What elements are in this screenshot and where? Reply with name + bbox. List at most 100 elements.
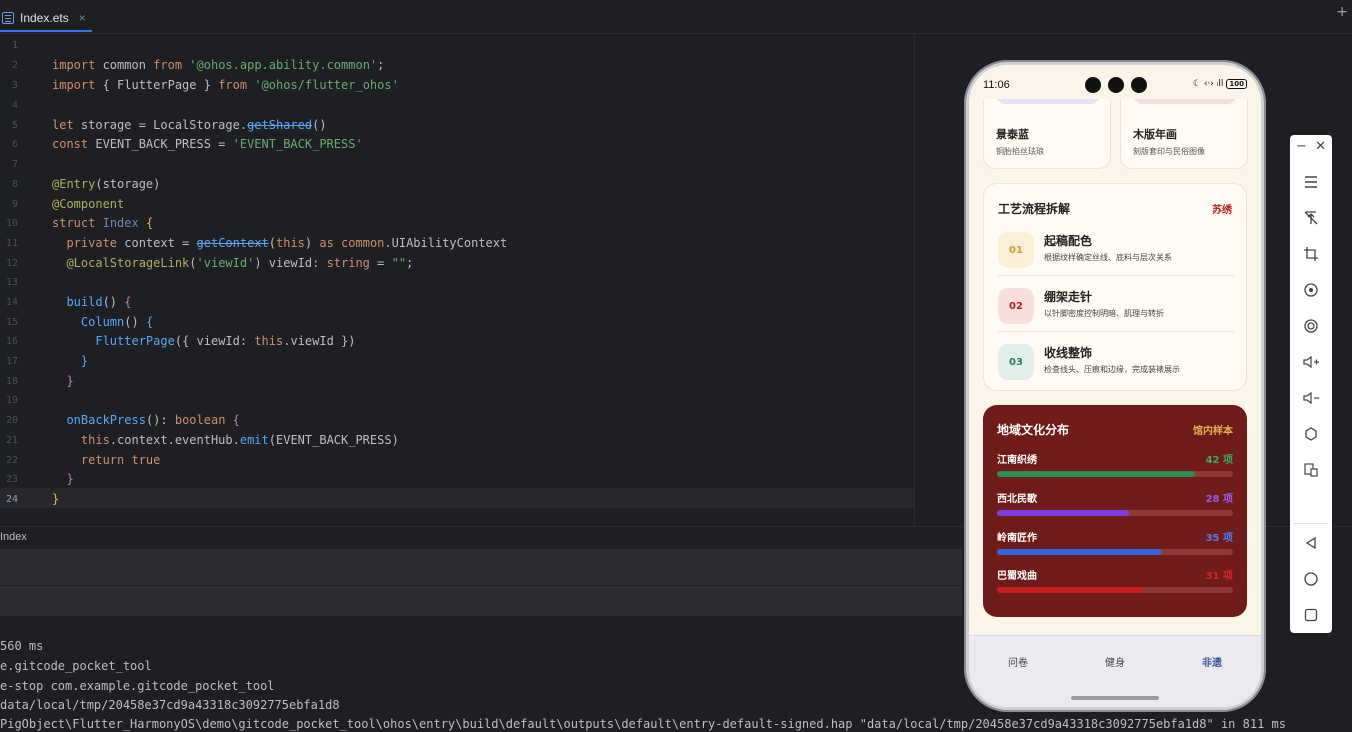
bottom-navigation: 问卷 健身 非遗	[969, 635, 1261, 707]
code-line: const EVENT_BACK_PRESS = 'EVENT_BACK_PRE…	[52, 137, 363, 151]
region-name: 江南织绣	[997, 455, 1037, 466]
line-number: 8	[11, 179, 18, 190]
minimize-button[interactable]: −	[1296, 139, 1307, 159]
line-number: 13	[5, 277, 18, 288]
back-icon[interactable]	[1290, 528, 1332, 558]
card-subtitle: 铜胎掐丝珐琅	[996, 147, 1044, 156]
menu-icon[interactable]	[1290, 167, 1332, 197]
line-number: 4	[11, 100, 18, 111]
line-number: 2	[11, 60, 18, 71]
nav-item-heritage[interactable]: 非遗	[1182, 654, 1242, 669]
code-line: }	[66, 472, 74, 486]
region-name: 岭南匠作	[997, 533, 1037, 544]
region-title: 地域文化分布	[997, 423, 1070, 437]
close-button[interactable]: ✕	[1315, 139, 1326, 159]
step-title: 绷架走针	[1044, 290, 1093, 304]
code-line: FlutterPage({ viewId: this.viewId })	[95, 334, 356, 348]
log-line: e-stop com.example.gitcode_pocket_tool	[0, 679, 275, 693]
step-title: 收线整饰	[1044, 346, 1093, 360]
region-count: 31 项	[1205, 571, 1233, 582]
line-number: 20	[5, 415, 18, 426]
step-number-badge: 02	[998, 288, 1034, 324]
camera-icon	[1108, 77, 1124, 93]
status-indicator-icons: ☾ ‹·› ᵢll	[1192, 79, 1224, 89]
craft-tag: 苏绣	[1212, 205, 1232, 216]
shake-icon[interactable]	[1290, 419, 1332, 449]
code-line: }	[80, 354, 89, 368]
region-row: 岭南匠作 35 项	[997, 529, 1233, 563]
add-icon[interactable]: +	[1336, 4, 1348, 20]
code-line: }	[66, 374, 74, 388]
region-row: 巴蜀戏曲 31 项	[997, 567, 1233, 601]
log-line: PigObject\Flutter_HarmonyOS\demo\gitcode…	[0, 717, 1286, 731]
code-line: onBackPress(): boolean {	[66, 413, 240, 427]
region-count: 28 项	[1205, 494, 1233, 505]
volume-down-icon[interactable]	[1290, 383, 1332, 413]
step-subtitle: 以针脚密度控制明暗、肌理与转折	[1044, 309, 1164, 318]
editor-tabbar: Index.ets × +	[0, 0, 1352, 34]
regional-distribution-card: 地域文化分布 馆内样本 江南织绣 42 项 西北民歌 28 项 岭南匠作 35 …	[983, 405, 1247, 617]
crop-icon[interactable]	[1290, 239, 1332, 269]
code-line: return true	[80, 453, 161, 467]
code-line: Column() {	[80, 315, 154, 329]
region-row: 江南织绣 42 项	[997, 451, 1233, 485]
progress-track	[997, 549, 1233, 555]
code-line: @LocalStorageLink('viewId') viewId: stri…	[66, 256, 414, 270]
progress-track	[997, 471, 1233, 477]
process-step[interactable]: 03 收线整饰 检查线头、压痕和边缘，完成装裱展示	[998, 338, 1234, 388]
battery-icon: 100	[1226, 79, 1247, 89]
code-line: }	[52, 492, 60, 506]
line-gutter: 1 2 3 4 5 6 7 8 9 10 11 12 13 14 15 16 17 18 19 20 21 22 23 24	[0, 35, 44, 525]
recent-apps-icon[interactable]	[1290, 600, 1332, 630]
line-number: 18	[5, 376, 18, 387]
status-icons: ☾ ‹·› ᵢll 100	[1193, 79, 1247, 89]
tab-index-ets[interactable]: Index.ets ×	[0, 4, 94, 31]
rotate-icon[interactable]	[1290, 275, 1332, 305]
progress-track	[997, 510, 1233, 516]
region-name: 巴蜀戏曲	[997, 571, 1037, 582]
volume-up-icon[interactable]	[1290, 347, 1332, 377]
toolbar-window-controls: − ✕	[1290, 139, 1332, 159]
code-editor[interactable]: 1 2 3 4 5 6 7 8 9 10 11 12 13 14 15 16 17 18 19 20 21 22 23 24 …	[0, 35, 915, 525]
screenshot-icon[interactable]	[1290, 311, 1332, 341]
pin-off-icon[interactable]	[1290, 203, 1332, 233]
log-line: 560 ms	[0, 639, 44, 653]
close-icon[interactable]: ×	[79, 11, 86, 25]
card-subtitle: 刻版套印与民俗图像	[1133, 147, 1205, 156]
panel-subtoolbar	[0, 586, 962, 616]
home-icon[interactable]	[1290, 564, 1332, 594]
multi-device-icon[interactable]	[1290, 455, 1332, 485]
status-bar: 11:06 ☾ ‹·› ᵢll 100	[969, 65, 1261, 99]
nav-item-fitness[interactable]: 健身	[1085, 654, 1145, 669]
camera-icon	[1131, 77, 1147, 93]
current-line-highlight	[0, 488, 914, 508]
craft-title: 工艺流程拆解	[998, 202, 1071, 216]
status-time: 11:06	[983, 79, 1010, 91]
panel-toolbar	[0, 549, 962, 585]
phone-screen[interactable]: 11:06 ☾ ‹·› ᵢll 100 景泰蓝 铜胎掐丝珐琅 木版年画 刻版套印…	[969, 65, 1261, 707]
craft-process-card: 工艺流程拆解 苏绣 01 起稿配色 根据纹样确定丝线、底料与层次关系 02 绷架…	[983, 183, 1247, 391]
code-line: @Component	[52, 197, 125, 211]
code-line: private context = getContext(this) as co…	[66, 236, 508, 250]
line-number: 3	[11, 80, 18, 91]
card-title: 景泰蓝	[996, 128, 1029, 141]
code-line: let storage = LocalStorage.getShared()	[52, 118, 327, 132]
phone-frame: 11:06 ☾ ‹·› ᵢll 100 景泰蓝 铜胎掐丝珐琅 木版年画 刻版套印…	[964, 60, 1266, 712]
progress-fill	[997, 549, 1163, 555]
process-step[interactable]: 02 绷架走针 以针脚密度控制明暗、肌理与转折	[998, 282, 1234, 332]
log-line: data/local/tmp/20458e37cd9a43318c3092775…	[0, 698, 340, 712]
line-number: 11	[5, 238, 18, 249]
region-tag: 馆内样本	[1193, 426, 1233, 437]
line-number: 23	[5, 474, 18, 485]
panel-title: Index	[0, 531, 27, 543]
line-number: 16	[5, 336, 18, 347]
step-number-badge: 01	[998, 232, 1034, 268]
code-line: @Entry(storage)	[52, 177, 161, 191]
step-title: 起稿配色	[1044, 234, 1093, 248]
nav-item-survey[interactable]: 问卷	[988, 654, 1048, 669]
camera-icon	[1085, 77, 1101, 93]
divider	[998, 331, 1234, 332]
code-line: build() {	[66, 295, 132, 309]
process-step[interactable]: 01 起稿配色 根据纹样确定丝线、底料与层次关系	[998, 226, 1234, 276]
home-indicator[interactable]	[1071, 696, 1159, 700]
